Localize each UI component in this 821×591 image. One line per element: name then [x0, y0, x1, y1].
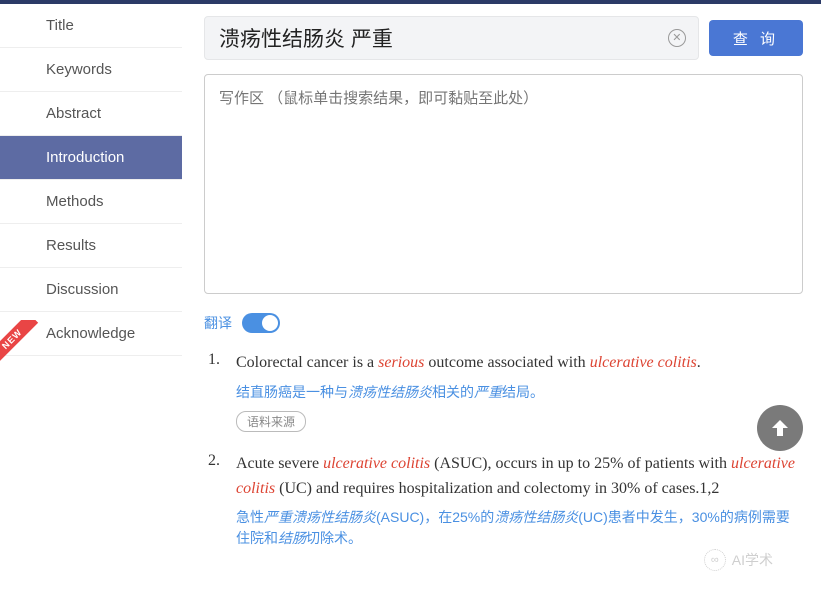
source-tag[interactable]: 语料来源: [236, 411, 306, 432]
scroll-top-button[interactable]: [757, 405, 803, 451]
search-input[interactable]: [219, 26, 658, 50]
sidebar-item-acknowledge[interactable]: Acknowledge: [0, 312, 182, 356]
sidebar-item-discussion[interactable]: Discussion: [0, 268, 182, 312]
sidebar-item-keywords[interactable]: Keywords: [0, 48, 182, 92]
result-chinese: 结直肠癌是一种与溃疡性结肠炎相关的严重结局。: [236, 382, 803, 403]
results-list: 1. Colorectal cancer is a serious outcome…: [204, 351, 803, 557]
sidebar: TitleKeywordsAbstractIntroductionMethods…: [0, 4, 182, 591]
write-area-textarea[interactable]: [204, 74, 803, 294]
result-item[interactable]: 1. Colorectal cancer is a serious outcome…: [208, 351, 803, 432]
result-number: 1.: [208, 351, 226, 432]
result-english: Acute severe ulcerative colitis (ASUC), …: [236, 452, 803, 502]
query-button[interactable]: 查 询: [709, 20, 803, 56]
app-container: TitleKeywordsAbstractIntroductionMethods…: [0, 4, 821, 591]
search-box: ✕: [204, 16, 699, 60]
translate-toggle[interactable]: [242, 313, 280, 333]
result-item[interactable]: 2.Acute severe ulcerative colitis (ASUC)…: [208, 452, 803, 558]
result-body: Acute severe ulcerative colitis (ASUC), …: [236, 452, 803, 558]
translate-label: 翻译: [204, 313, 232, 333]
sidebar-item-methods[interactable]: Methods: [0, 180, 182, 224]
sidebar-item-results[interactable]: Results: [0, 224, 182, 268]
arrow-up-icon: [768, 416, 792, 440]
toggle-knob: [262, 315, 278, 331]
translate-row: 翻译: [204, 313, 803, 333]
result-number: 2.: [208, 452, 226, 558]
sidebar-item-title[interactable]: Title: [0, 4, 182, 48]
main-panel: ✕ 查 询 翻译 1. Colorectal cancer is a seriou…: [182, 4, 821, 591]
clear-search-button[interactable]: ✕: [668, 29, 686, 47]
search-row: ✕ 查 询: [204, 16, 803, 60]
sidebar-item-introduction[interactable]: Introduction: [0, 136, 182, 180]
result-body: Colorectal cancer is a serious outcome a…: [236, 351, 803, 432]
result-english: Colorectal cancer is a serious outcome a…: [236, 351, 803, 376]
result-chinese: 急性严重溃疡性结肠炎(ASUC)，在25%的溃疡性结肠炎(UC)患者中发生，30…: [236, 507, 803, 549]
sidebar-item-abstract[interactable]: Abstract: [0, 92, 182, 136]
